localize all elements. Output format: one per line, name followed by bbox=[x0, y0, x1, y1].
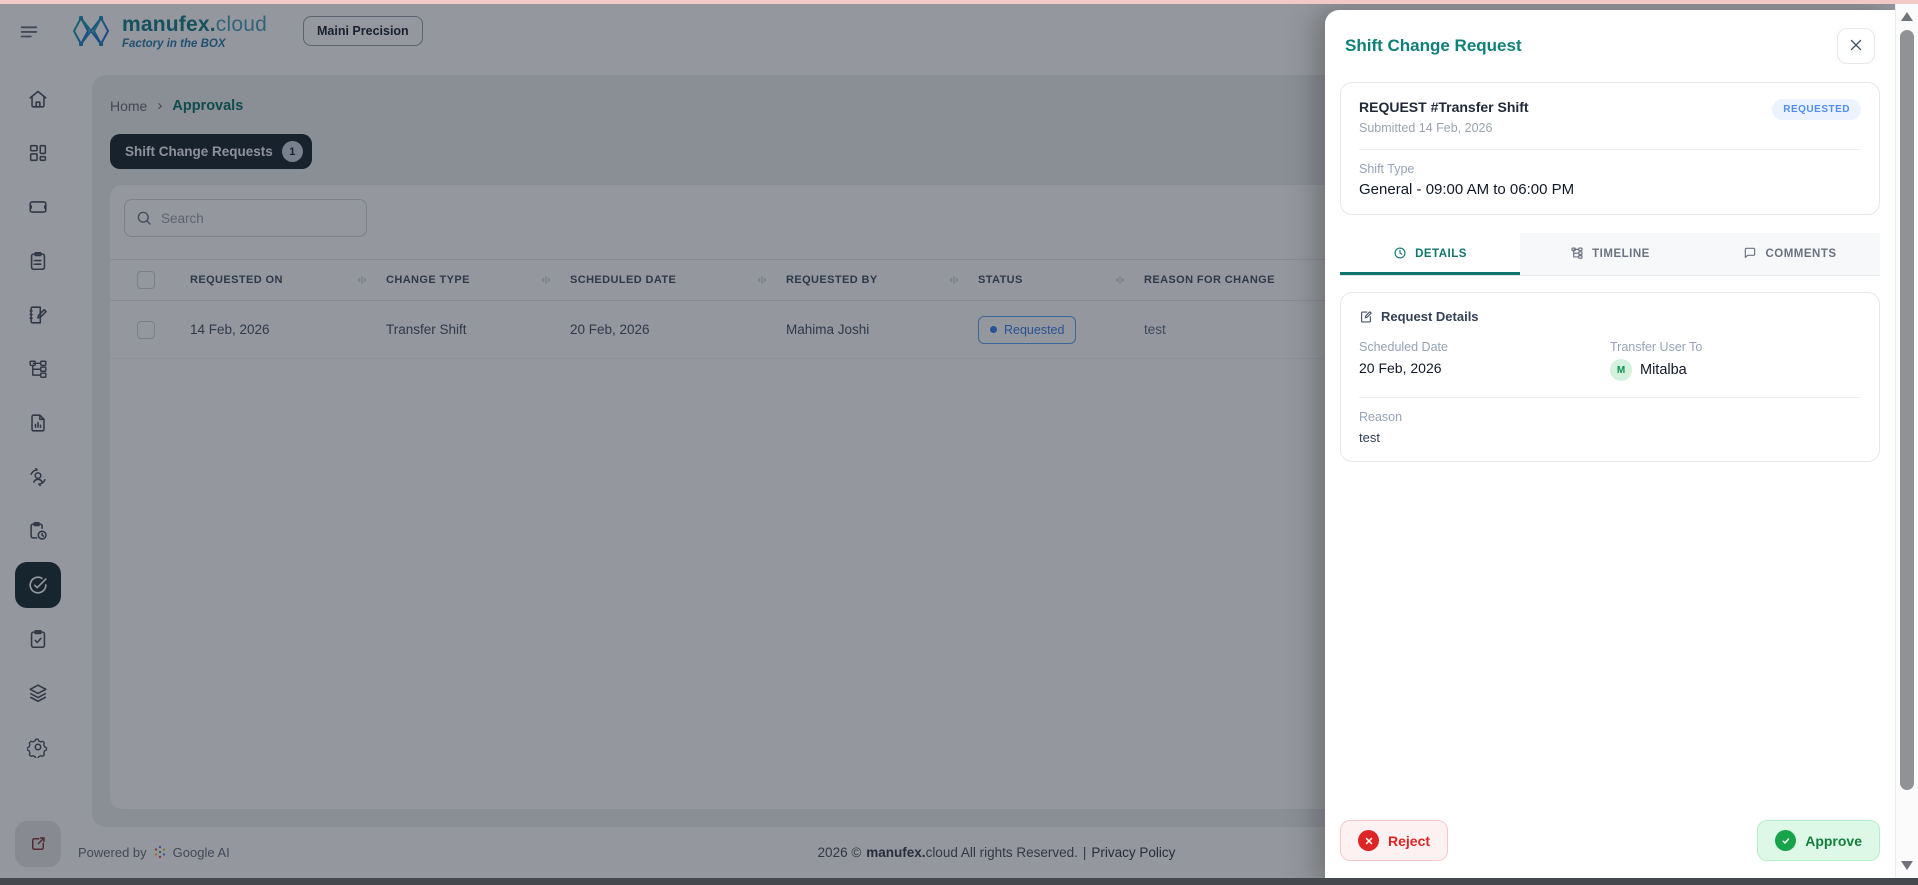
tab-details[interactable]: DETAILS bbox=[1340, 233, 1520, 275]
reason-value: test bbox=[1359, 430, 1380, 445]
request-submitted: Submitted 14 Feb, 2026 bbox=[1359, 121, 1493, 135]
browser-bottom-edge bbox=[0, 878, 1918, 885]
file-pen-icon bbox=[1359, 310, 1373, 324]
circle-x-icon bbox=[1358, 830, 1379, 851]
divider bbox=[1359, 149, 1861, 150]
reject-button[interactable]: Reject bbox=[1340, 820, 1449, 861]
scheduled-date-label: Scheduled Date bbox=[1359, 340, 1448, 354]
scheduled-date-value: 20 Feb, 2026 bbox=[1359, 360, 1442, 376]
request-summary-card: REQUEST #Transfer Shift Submitted 14 Feb… bbox=[1340, 82, 1880, 215]
scroll-down-arrow-icon[interactable] bbox=[1901, 861, 1913, 870]
chat-icon bbox=[1743, 246, 1757, 263]
shift-type-value: General - 09:00 AM to 06:00 PM bbox=[1359, 181, 1575, 198]
close-button[interactable] bbox=[1837, 28, 1875, 64]
request-status-badge: REQUESTED bbox=[1772, 99, 1861, 120]
clock-icon bbox=[1393, 246, 1407, 263]
transfer-user-chip: M Mitalba bbox=[1610, 359, 1861, 381]
page-scrollbar[interactable] bbox=[1895, 4, 1918, 878]
transfer-user-name: Mitalba bbox=[1640, 362, 1687, 378]
shift-type-label: Shift Type bbox=[1359, 162, 1415, 176]
tab-timeline[interactable]: TIMELINE bbox=[1520, 233, 1700, 275]
drawer-tabs: DETAILS TIMELINE COMMENTS bbox=[1340, 233, 1880, 276]
scroll-up-arrow-icon[interactable] bbox=[1901, 12, 1913, 21]
drawer-title: Shift Change Request bbox=[1345, 36, 1522, 55]
reason-label: Reason bbox=[1359, 410, 1403, 424]
transfer-user-label: Transfer User To bbox=[1610, 340, 1703, 354]
request-title: REQUEST #Transfer Shift bbox=[1359, 99, 1529, 115]
browser-top-line bbox=[0, 0, 1918, 4]
close-icon bbox=[1847, 36, 1865, 57]
scrollbar-thumb[interactable] bbox=[1900, 30, 1914, 790]
circle-check-icon bbox=[1775, 830, 1797, 851]
avatar: M bbox=[1610, 359, 1632, 381]
hierarchy-icon bbox=[1570, 246, 1584, 263]
divider bbox=[1359, 397, 1861, 398]
request-details-card: Request Details Scheduled Date 20 Feb, 2… bbox=[1340, 292, 1880, 462]
tab-comments[interactable]: COMMENTS bbox=[1700, 233, 1880, 275]
shift-change-request-drawer: Shift Change Request REQUEST #Transfer S… bbox=[1325, 10, 1895, 885]
details-card-title: Request Details bbox=[1381, 309, 1479, 324]
approve-button[interactable]: Approve bbox=[1757, 820, 1880, 861]
